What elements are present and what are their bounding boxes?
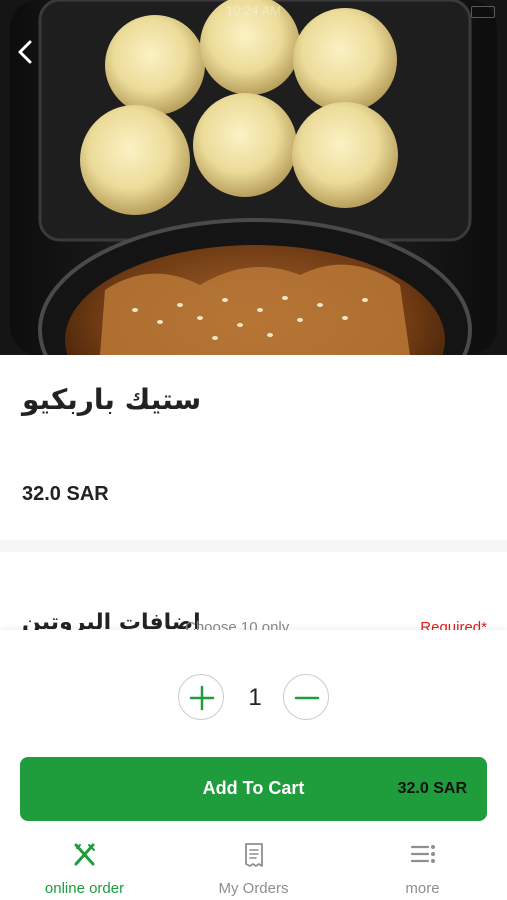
tab-my-orders[interactable]: My Orders xyxy=(169,836,338,900)
cart-price: 32.0 SAR xyxy=(397,780,467,797)
food-photo xyxy=(0,0,507,355)
tab-label-my-orders: My Orders xyxy=(218,880,289,897)
product-image: 10:24 AM xyxy=(0,0,507,355)
back-button[interactable] xyxy=(8,34,44,70)
minus-icon xyxy=(294,696,320,700)
plus-icon xyxy=(189,685,215,711)
tab-more[interactable]: more xyxy=(338,836,507,900)
options-section-title: اضافات البروتين xyxy=(22,610,201,632)
decrease-quantity-button[interactable] xyxy=(283,674,329,720)
quantity-value: 1 xyxy=(248,684,262,711)
status-bar: 10:24 AM xyxy=(0,0,507,22)
receipt-icon xyxy=(245,843,263,867)
section-divider xyxy=(0,540,507,552)
add-to-cart-button[interactable]: Add To Cart 32.0 SAR xyxy=(20,757,487,821)
tab-online-order[interactable]: online order xyxy=(0,836,169,900)
more-menu-icon xyxy=(410,845,435,863)
battery-icon xyxy=(471,6,495,18)
tab-label-online-order: online order xyxy=(44,880,125,897)
fork-knife-icon xyxy=(74,843,95,866)
product-title: ستيك باربكيو xyxy=(22,383,202,416)
status-time: 10:24 AM xyxy=(226,3,281,18)
options-section-header: اضافات البروتين Choose 10 only Required* xyxy=(0,600,507,632)
tab-label-more: more xyxy=(405,880,440,897)
bottom-tab-bar: online order My Orders more xyxy=(0,836,507,900)
product-price: 32.0 SAR xyxy=(22,483,109,505)
chevron-left-icon xyxy=(18,40,32,64)
increase-quantity-button[interactable] xyxy=(178,674,224,720)
